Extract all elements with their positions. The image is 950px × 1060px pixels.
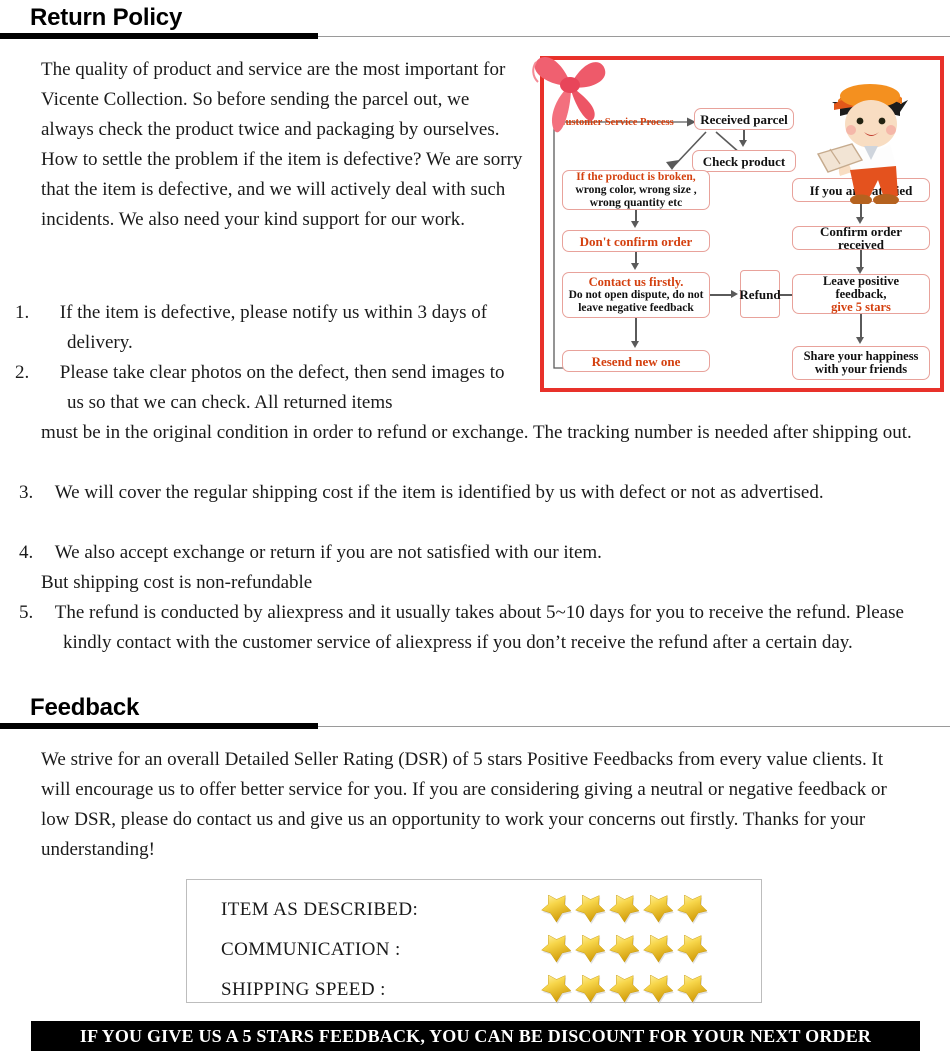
rating-label-2: SHIPPING SPEED : xyxy=(221,979,386,1000)
star-icon xyxy=(643,895,674,925)
return-policy-item-5: 5. The refund is conducted by aliexpress… xyxy=(19,602,904,653)
flowbox-share-line2: with your friends xyxy=(814,362,908,376)
return-policy-item-2-cont: must be in the original condition in ord… xyxy=(41,418,921,448)
star-icon xyxy=(677,975,708,1005)
star-icon xyxy=(541,895,572,925)
feedback-rule-thick xyxy=(0,723,318,729)
rating-row-item-as-described: ITEM AS DESCRIBED: xyxy=(221,890,741,930)
flowbox-check-product-label: Check product xyxy=(702,153,786,169)
rating-row-shipping-speed: SHIPPING SPEED : xyxy=(221,970,741,1010)
feedback-heading: Feedback xyxy=(0,694,950,730)
flowbox-broken-line3: wrong quantity etc xyxy=(589,196,683,209)
arrow-down-5 xyxy=(856,217,864,224)
customer-service-flowchart: Customer Service Process Received parcel… xyxy=(532,56,944,392)
star-icon xyxy=(609,975,640,1005)
flowbox-contact-line3: leave negative feedback xyxy=(578,301,694,314)
flowbox-received-parcel: Received parcel xyxy=(694,108,794,130)
item-5-text: The refund is conducted by aliexpress an… xyxy=(54,602,904,653)
return-policy-item-2-head: 2. Please take clear photos on the defec… xyxy=(15,362,505,413)
star-icon xyxy=(541,935,572,965)
flowbox-broken-line1: If the product is broken, xyxy=(576,170,696,183)
flowbox-broken-line2: wrong color, wrong size , xyxy=(575,183,697,196)
star-icon xyxy=(643,935,674,965)
rating-stars-1 xyxy=(541,935,708,965)
flowbox-leave-feedback-line1: Leave positive feedback, xyxy=(822,273,900,301)
star-icon xyxy=(575,895,606,925)
item-3-text: We will cover the regular shipping cost … xyxy=(54,482,824,503)
arrow-down-6 xyxy=(856,267,864,274)
return-policy-item-4: 4. We also accept exchange or return if … xyxy=(19,538,921,598)
return-policy-heading: Return Policy xyxy=(0,4,950,40)
discount-banner-text: IF YOU GIVE US A 5 STARS FEEDBACK, YOU C… xyxy=(79,1025,872,1046)
flowbox-product-broken: If the product is broken, wrong color, w… xyxy=(562,170,710,210)
rating-stars-0 xyxy=(541,895,708,925)
flowbox-refund: Refund xyxy=(739,270,781,318)
return-policy-item-3: 3. We will cover the regular shipping co… xyxy=(19,482,824,503)
flowbox-contact-line2: Do not open dispute, do not xyxy=(568,288,704,301)
return-policy-item-1: 1. If the item is defective, please noti… xyxy=(15,302,488,353)
flowbox-confirm-order-received: Confirm order received xyxy=(792,224,930,252)
feedback-title: Feedback xyxy=(30,694,140,721)
flowbox-share-happiness: Share your happiness with your friends xyxy=(792,346,930,380)
flowbox-received-parcel-label: Received parcel xyxy=(700,111,788,127)
star-icon xyxy=(609,895,640,925)
flowbox-check-product: Check product xyxy=(692,150,796,172)
item-4-extra-text: But shipping cost is non-refundable xyxy=(41,572,313,593)
rating-stars-2 xyxy=(541,975,708,1005)
flowbox-leave-positive-feedback: Leave positive feedback, give 5 stars xyxy=(792,274,930,314)
feedback-paragraph-text: We strive for an overall Detailed Seller… xyxy=(41,749,887,860)
flowbox-resend-label: Resend new one xyxy=(591,353,681,369)
star-icon xyxy=(677,895,708,925)
ribbon-bow-icon xyxy=(532,56,606,133)
return-policy-title: Return Policy xyxy=(30,4,183,31)
flowbox-dont-confirm-label: Don't confirm order xyxy=(579,233,693,249)
rating-row-communication: COMMUNICATION : xyxy=(221,930,741,970)
flowbox-dont-confirm-order: Don't confirm order xyxy=(562,230,710,252)
arrow-down-3 xyxy=(631,263,639,270)
flowbox-contact-line1: Contact us firstly. xyxy=(588,274,684,289)
arrow-right-1 xyxy=(731,290,738,298)
arrow-down-1 xyxy=(739,140,747,147)
star-icon xyxy=(575,935,606,965)
heading-rule-thick xyxy=(0,33,318,39)
arrow-down-7 xyxy=(856,337,864,344)
flowbox-refund-label: Refund xyxy=(739,286,781,302)
item-2-continuation-text: must be in the original condition in ord… xyxy=(41,422,912,443)
star-icon xyxy=(575,975,606,1005)
star-icon xyxy=(541,975,572,1005)
item-1-text: If the item is defective, please notify … xyxy=(59,302,488,353)
flowbox-resend-new-one: Resend new one xyxy=(562,350,710,372)
arrow-down-2 xyxy=(631,221,639,228)
star-icon xyxy=(643,975,674,1005)
ratings-box: ITEM AS DESCRIBED: COMMUNICATION : SHIPP… xyxy=(186,879,762,1005)
return-policy-intro-text: The quality of product and service are t… xyxy=(41,59,523,230)
flowbox-contact-us-firstly: Contact us firstly. Do not open dispute,… xyxy=(562,272,710,318)
discount-banner: IF YOU GIVE US A 5 STARS FEEDBACK, YOU C… xyxy=(31,1021,920,1051)
delivery-person-icon xyxy=(816,84,908,204)
item-2-text: Please take clear photos on the defect, … xyxy=(59,362,505,413)
star-icon xyxy=(609,935,640,965)
rating-label-0: ITEM AS DESCRIBED: xyxy=(221,899,419,920)
feedback-paragraph: We strive for an overall Detailed Seller… xyxy=(41,745,911,865)
return-policy-intro: The quality of product and service are t… xyxy=(41,55,526,235)
item-4-text: We also accept exchange or return if you… xyxy=(54,542,602,563)
rating-label-1: COMMUNICATION : xyxy=(221,939,401,960)
star-icon xyxy=(677,935,708,965)
arrow-down-4 xyxy=(631,341,639,348)
flowbox-confirm-received-label: Confirm order received xyxy=(820,224,902,252)
flowbox-leave-feedback-line2: give 5 stars xyxy=(831,299,891,314)
